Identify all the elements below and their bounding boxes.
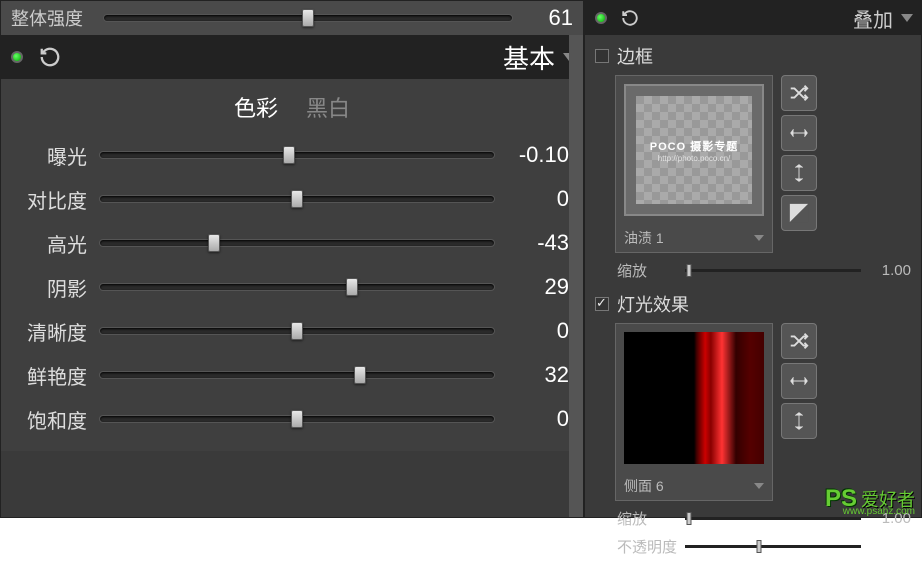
border-preset-row: POCO 摄影专题 http://photo.poco.cn/ 油渍 1	[595, 75, 911, 253]
enable-dot-icon[interactable]	[595, 12, 607, 24]
border-zoom-slider[interactable]	[685, 269, 861, 272]
slider-label: 阴影	[1, 273, 99, 302]
slider-label: 鲜艳度	[1, 361, 99, 390]
tab-color[interactable]: 色彩	[234, 91, 278, 123]
light-checkbox[interactable]	[595, 297, 609, 311]
overall-value: 61	[523, 5, 573, 31]
slider-value: -0.10	[495, 142, 569, 168]
slider-row-shadows: 阴影 29	[1, 265, 569, 309]
basic-sliders: 曝光 -0.10 对比度 0 高光 -43 阴影 29 清晰度 0 鲜艳度 32	[1, 129, 583, 451]
slider-row-saturation: 饱和度 0	[1, 397, 569, 441]
invert-button[interactable]	[781, 195, 817, 231]
saturation-slider[interactable]	[99, 409, 495, 429]
light-thumbnail	[624, 332, 764, 464]
slider-value: 0	[495, 406, 569, 432]
overall-slider[interactable]	[103, 8, 513, 28]
slider-value: 0	[495, 318, 569, 344]
border-checkbox-row: 边框	[595, 43, 911, 69]
slider-value: 32	[495, 362, 569, 388]
slider-row-exposure: 曝光 -0.10	[1, 133, 569, 177]
chevron-down-icon	[901, 14, 913, 22]
slider-label: 对比度	[1, 185, 99, 214]
overlay-section-header[interactable]: 叠加	[585, 1, 921, 35]
shadows-slider[interactable]	[99, 277, 495, 297]
border-zoom-row: 缩放 1.00	[595, 253, 911, 281]
slider-label: 饱和度	[1, 405, 99, 434]
slider-label: 高光	[1, 229, 99, 258]
overall-strength-row: 整体强度 61	[1, 1, 583, 35]
thumb-text: POCO 摄影专题	[650, 138, 738, 154]
opacity-label: 不透明度	[617, 536, 677, 557]
border-preset-name: 油渍 1	[624, 228, 754, 248]
scrollbar[interactable]	[569, 35, 583, 517]
border-section: 边框 POCO 摄影专题 http://photo.poco.cn/ 油渍 1	[585, 35, 921, 289]
light-preset-name: 侧面 6	[624, 476, 754, 496]
light-opacity-slider[interactable]	[685, 545, 861, 548]
basic-title: 基本	[503, 39, 555, 76]
light-opacity-row: 不透明度	[595, 529, 911, 557]
zoom-label: 缩放	[617, 260, 677, 281]
flip-horizontal-button[interactable]	[781, 115, 817, 151]
reset-icon[interactable]	[621, 9, 639, 27]
light-preset-row: 侧面 6	[595, 323, 911, 501]
light-label: 灯光效果	[617, 291, 689, 317]
border-button-column	[781, 75, 817, 231]
reset-icon[interactable]	[39, 46, 61, 68]
watermark-url: www.psahz.com	[843, 506, 915, 517]
vibrance-slider[interactable]	[99, 365, 495, 385]
flip-vertical-button[interactable]	[781, 403, 817, 439]
light-checkbox-row: 灯光效果	[595, 291, 911, 317]
slider-value: -43	[495, 230, 569, 256]
contrast-slider[interactable]	[99, 189, 495, 209]
light-section: 灯光效果 侧面 6 缩放 1.00 不透明	[585, 289, 921, 565]
flip-vertical-button[interactable]	[781, 155, 817, 191]
border-thumbnail: POCO 摄影专题 http://photo.poco.cn/	[624, 84, 764, 216]
slider-row-contrast: 对比度 0	[1, 177, 569, 221]
clarity-slider[interactable]	[99, 321, 495, 341]
slider-value: 29	[495, 274, 569, 300]
chevron-down-icon[interactable]	[754, 483, 764, 489]
overall-label: 整体强度	[11, 5, 103, 31]
basic-section-header[interactable]: 基本	[1, 35, 583, 79]
light-button-column	[781, 323, 817, 439]
thumb-url: http://photo.poco.cn/	[658, 154, 731, 163]
border-checkbox[interactable]	[595, 49, 609, 63]
slider-value: 0	[495, 186, 569, 212]
left-panel: 整体强度 61 基本 色彩 黑白 曝光 -0.10 对比度 0 高光 -4	[0, 0, 584, 518]
exposure-slider[interactable]	[99, 145, 495, 165]
light-zoom-slider[interactable]	[685, 517, 861, 520]
shuffle-button[interactable]	[781, 75, 817, 111]
slider-row-highlights: 高光 -43	[1, 221, 569, 265]
slider-label: 清晰度	[1, 317, 99, 346]
shuffle-button[interactable]	[781, 323, 817, 359]
tab-bw[interactable]: 黑白	[306, 91, 350, 123]
zoom-value: 1.00	[869, 262, 911, 279]
zoom-label: 缩放	[617, 508, 677, 529]
slider-row-clarity: 清晰度 0	[1, 309, 569, 353]
border-label: 边框	[617, 43, 653, 69]
border-preset[interactable]: POCO 摄影专题 http://photo.poco.cn/ 油渍 1	[615, 75, 773, 253]
flip-horizontal-button[interactable]	[781, 363, 817, 399]
right-panel: 叠加 边框 POCO 摄影专题 http://photo.poco.cn/	[584, 0, 922, 518]
chevron-down-icon[interactable]	[754, 235, 764, 241]
highlights-slider[interactable]	[99, 233, 495, 253]
slider-row-vibrance: 鲜艳度 32	[1, 353, 569, 397]
slider-label: 曝光	[1, 141, 99, 170]
light-preset[interactable]: 侧面 6	[615, 323, 773, 501]
enable-dot-icon[interactable]	[11, 51, 23, 63]
overlay-title: 叠加	[853, 4, 893, 33]
mode-tabs: 色彩 黑白	[1, 79, 583, 129]
